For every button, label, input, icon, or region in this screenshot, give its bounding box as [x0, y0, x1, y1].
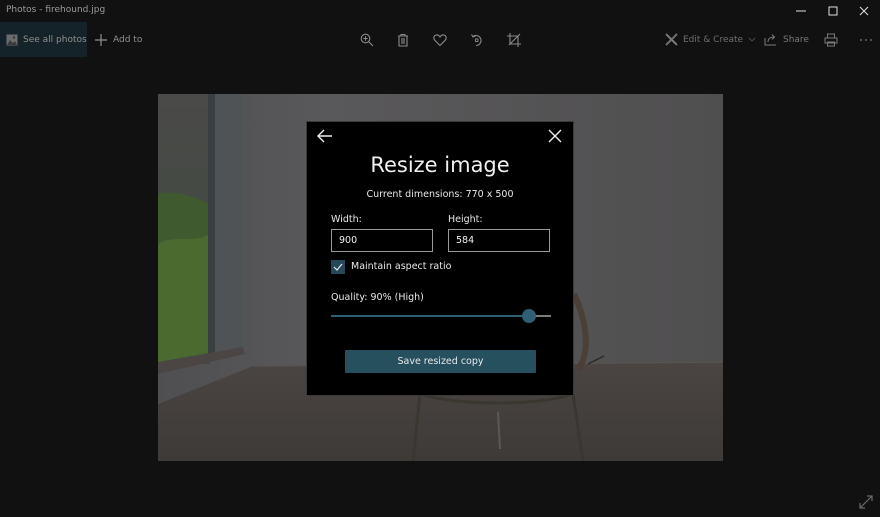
minimize-button[interactable]: [783, 0, 819, 22]
resize-dialog: Resize image Current dimensions: 770 x 5…: [306, 121, 574, 396]
heart-icon: [433, 34, 447, 47]
slider-track-filled: [331, 315, 529, 317]
height-label: Height:: [448, 214, 483, 225]
back-button[interactable]: [316, 128, 336, 146]
add-to-button[interactable]: Add to: [95, 22, 142, 57]
share-icon: [764, 34, 776, 46]
share-label: Share: [783, 34, 809, 45]
crop-icon: [507, 33, 521, 47]
slider-thumb[interactable]: [522, 309, 536, 323]
arrow-left-icon: [317, 129, 332, 143]
more-icon: [860, 39, 872, 41]
close-window-button[interactable]: [846, 0, 880, 22]
see-all-photos-button[interactable]: See all photos: [0, 22, 87, 57]
share-button[interactable]: Share: [764, 22, 809, 57]
maintain-aspect-label: Maintain aspect ratio: [351, 261, 452, 272]
plus-icon: [95, 33, 107, 46]
photo-gallery-icon: [6, 34, 18, 45]
minimize-icon: [796, 10, 806, 12]
title-bar: Photos - firehound.jpg: [0, 0, 880, 22]
zoom-in-icon: [360, 33, 374, 47]
close-icon: [548, 129, 562, 143]
window-title: Photos - firehound.jpg: [6, 5, 106, 15]
toolbar: See all photos Add to Edit & Create Shar…: [0, 22, 880, 57]
add-to-label: Add to: [113, 34, 143, 45]
crop-button[interactable]: [505, 31, 523, 49]
trash-icon: [398, 33, 408, 47]
fullscreen-button[interactable]: [858, 494, 874, 510]
expand-icon: [859, 495, 873, 509]
more-button[interactable]: [857, 31, 875, 49]
quality-label: Quality: 90% (High): [331, 292, 424, 303]
edit-create-icon: [665, 33, 678, 46]
width-input[interactable]: [331, 229, 433, 252]
close-icon: [859, 6, 869, 16]
quality-slider[interactable]: [331, 309, 551, 323]
favorite-button[interactable]: [431, 31, 449, 49]
maintain-aspect-checkbox[interactable]: [331, 260, 345, 274]
rotate-icon: [471, 34, 482, 47]
save-resized-copy-button[interactable]: Save resized copy: [345, 350, 536, 373]
edit-create-button[interactable]: Edit & Create: [665, 22, 756, 57]
dialog-title: Resize image: [370, 153, 510, 177]
height-input[interactable]: [448, 229, 550, 252]
print-button[interactable]: [822, 31, 840, 49]
maximize-icon: [828, 6, 838, 16]
chevron-down-icon: [748, 37, 756, 42]
zoom-button[interactable]: [358, 31, 376, 49]
printer-icon: [824, 33, 838, 47]
rotate-button[interactable]: [468, 31, 486, 49]
see-all-photos-label: See all photos: [23, 34, 87, 45]
width-label: Width:: [331, 214, 362, 225]
checkmark-icon: [333, 263, 343, 271]
close-dialog-button[interactable]: [548, 128, 566, 146]
delete-button[interactable]: [394, 31, 412, 49]
current-dimensions: Current dimensions: 770 x 500: [366, 189, 514, 200]
edit-create-label: Edit & Create: [683, 34, 744, 45]
